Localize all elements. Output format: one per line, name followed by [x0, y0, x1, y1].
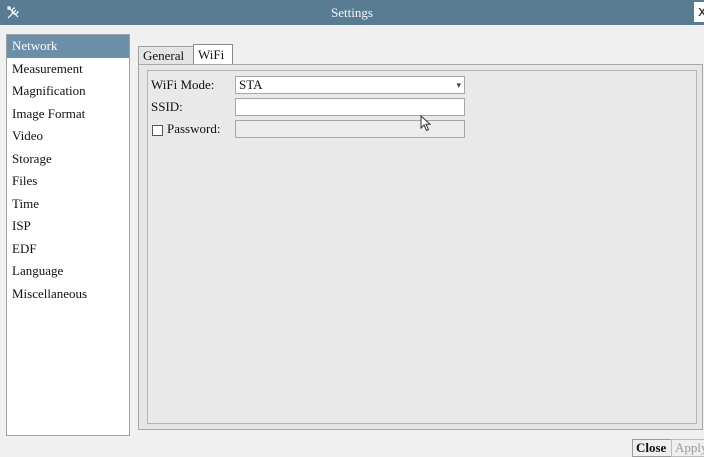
sidebar-item-files[interactable]: Files — [7, 170, 129, 193]
mouse-cursor-icon — [420, 115, 432, 132]
sidebar-item-network[interactable]: Network — [7, 35, 129, 58]
ssid-input[interactable] — [235, 98, 465, 116]
settings-category-list: Network Measurement Magnification Image … — [6, 34, 130, 436]
sidebar-item-time[interactable]: Time — [7, 193, 129, 216]
sidebar-item-magnification[interactable]: Magnification — [7, 80, 129, 103]
sidebar-item-edf[interactable]: EDF — [7, 238, 129, 261]
tab-wifi[interactable]: WiFi — [193, 44, 233, 64]
wifi-mode-select[interactable]: STA ▾ — [235, 76, 465, 94]
sidebar-item-miscellaneous[interactable]: Miscellaneous — [7, 283, 129, 306]
close-icon[interactable]: x — [694, 2, 704, 22]
password-label: Password: — [167, 121, 221, 136]
wifi-mode-value: STA — [239, 77, 263, 92]
tab-general[interactable]: General — [138, 46, 195, 64]
chevron-down-icon: ▾ — [456, 81, 461, 91]
window-title: Settings — [331, 5, 373, 20]
sidebar-item-language[interactable]: Language — [7, 260, 129, 283]
sidebar-item-isp[interactable]: ISP — [7, 215, 129, 238]
sidebar-item-image-format[interactable]: Image Format — [7, 103, 129, 126]
sidebar-item-storage[interactable]: Storage — [7, 148, 129, 171]
sidebar-item-measurement[interactable]: Measurement — [7, 58, 129, 81]
wifi-mode-label: WiFi Mode: — [151, 77, 215, 92]
ssid-label: SSID: — [151, 99, 183, 114]
sidebar-item-video[interactable]: Video — [7, 125, 129, 148]
password-checkbox[interactable] — [152, 125, 163, 136]
close-button[interactable]: Close — [632, 439, 672, 457]
apply-button[interactable]: Apply — [671, 439, 704, 457]
title-bar: Settings x — [0, 0, 704, 25]
